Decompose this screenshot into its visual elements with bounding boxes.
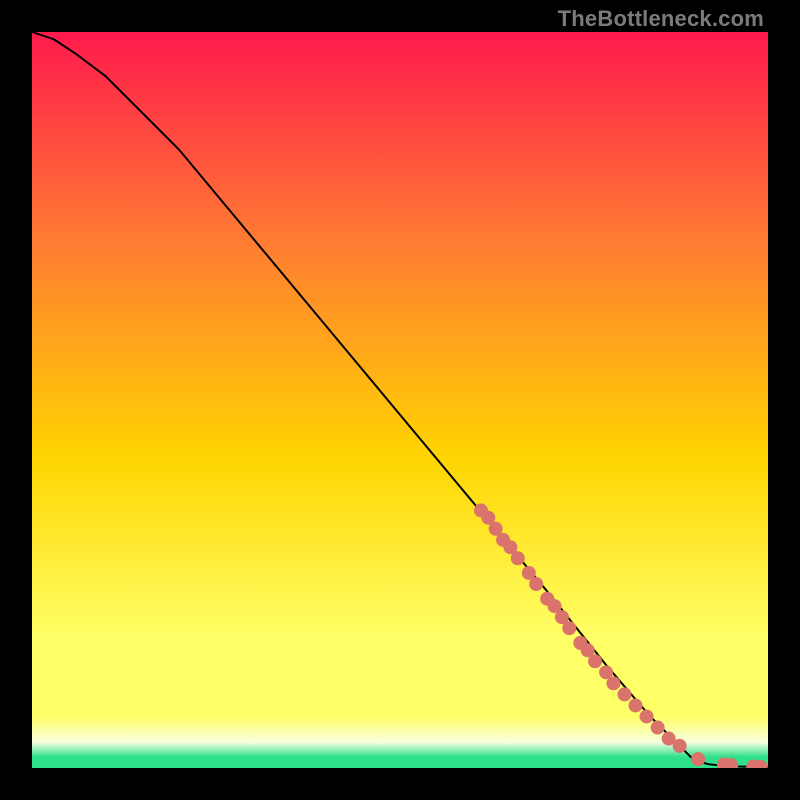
- curve-layer: [32, 32, 768, 768]
- chart-stage: TheBottleneck.com: [0, 0, 800, 800]
- data-marker: [511, 551, 525, 565]
- data-marker: [606, 676, 620, 690]
- main-curve: [32, 32, 768, 767]
- data-marker: [529, 577, 543, 591]
- data-marker: [691, 752, 705, 766]
- data-marker: [651, 721, 665, 735]
- data-marker: [640, 709, 654, 723]
- data-marker: [673, 739, 687, 753]
- data-marker: [617, 687, 631, 701]
- data-marker: [629, 698, 643, 712]
- plot-area: [32, 32, 768, 768]
- data-marker: [588, 654, 602, 668]
- watermark-text: TheBottleneck.com: [558, 6, 764, 32]
- data-marker: [562, 621, 576, 635]
- marker-group: [474, 503, 768, 768]
